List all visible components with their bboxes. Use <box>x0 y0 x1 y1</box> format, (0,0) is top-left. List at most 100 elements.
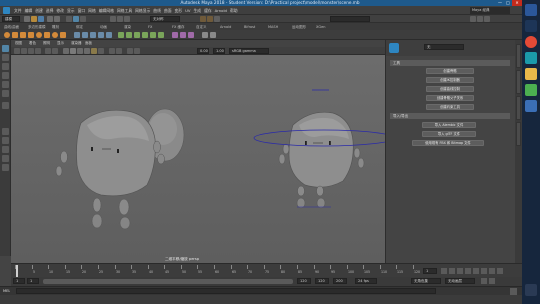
viewport-menu-item[interactable]: 着色 <box>29 40 36 47</box>
store-icon[interactable] <box>525 100 537 112</box>
textured-icon[interactable] <box>84 48 90 54</box>
shadows-icon[interactable] <box>98 48 104 54</box>
single-perspective-layout-icon[interactable] <box>2 128 9 135</box>
viewport-persp[interactable] <box>11 55 385 263</box>
anim-prefs-icon[interactable] <box>489 278 495 284</box>
cone-icon[interactable] <box>28 32 34 38</box>
smooth-icon[interactable] <box>90 32 96 38</box>
menu-item[interactable]: 曲面 <box>164 6 172 15</box>
show-channel-box-icon[interactable] <box>477 16 483 22</box>
select-component-icon[interactable] <box>80 16 86 22</box>
paint-select-tool-icon[interactable] <box>2 63 9 70</box>
script-language-label[interactable]: MEL <box>3 289 10 293</box>
menu-item[interactable]: 变形 <box>175 6 183 15</box>
snap-point-icon[interactable] <box>124 16 130 22</box>
menu-item[interactable]: 窗口 <box>78 6 86 15</box>
panel-tab-selector[interactable]: 无 <box>424 44 464 50</box>
current-frame-marker[interactable] <box>16 265 18 277</box>
ipr-render-icon[interactable] <box>207 16 213 22</box>
lasso-tool-icon[interactable] <box>2 54 9 61</box>
channel-box-tab[interactable] <box>516 44 521 68</box>
target-weld-icon[interactable] <box>158 32 164 38</box>
go-to-end-icon[interactable] <box>497 268 503 274</box>
wechat-icon[interactable] <box>525 84 537 96</box>
playback-start-field[interactable]: 1 <box>27 278 39 284</box>
bevel-icon[interactable] <box>134 32 140 38</box>
menu-item[interactable]: 显示 <box>67 6 75 15</box>
last-tool-icon[interactable] <box>2 102 9 109</box>
image-plane-icon[interactable] <box>35 48 41 54</box>
separate-icon[interactable] <box>82 32 88 38</box>
modeling-toolkit-tab[interactable] <box>516 96 521 120</box>
symmetry-selector[interactable]: 无对称 <box>150 16 180 22</box>
sphere-icon[interactable] <box>4 32 10 38</box>
tool-button[interactable]: 创建骨骼父子关系 <box>426 95 474 101</box>
save-scene-icon[interactable] <box>38 16 44 22</box>
max-range-field[interactable]: 200 <box>333 278 347 284</box>
explorer-icon[interactable] <box>525 68 537 80</box>
menu-item[interactable]: 网格 <box>88 6 96 15</box>
viewport-menu-item[interactable]: 面板 <box>85 40 92 47</box>
four-view-layout-icon[interactable] <box>2 137 9 144</box>
step-forward-frame-icon[interactable] <box>481 268 487 274</box>
monster-right-model[interactable] <box>253 89 385 209</box>
uv-editor-icon[interactable] <box>172 32 178 38</box>
import-export-button[interactable]: 使用现有 FBX 和 Bitmap 文件 <box>412 140 484 146</box>
insert-edge-loop-icon[interactable] <box>142 32 148 38</box>
character-set-selector[interactable]: 无角色集 <box>411 278 441 284</box>
import-export-button[interactable]: 导入 glTF 文件 <box>422 131 476 137</box>
color-management-selector[interactable]: sRGB gamma <box>229 48 269 54</box>
menu-item[interactable]: 帮助 <box>230 6 238 15</box>
tool-button[interactable]: 创建IK控制器 <box>426 77 474 83</box>
import-export-section-header[interactable]: 导入/导出 <box>390 113 510 119</box>
menu-item[interactable]: 网格工具 <box>117 6 132 15</box>
playback-end-field[interactable]: 120 <box>297 278 311 284</box>
harden-edge-icon[interactable] <box>210 32 216 38</box>
combine-icon[interactable] <box>74 32 80 38</box>
xray-icon[interactable] <box>134 48 140 54</box>
soften-edge-icon[interactable] <box>202 32 208 38</box>
viewport-menu-item[interactable]: 视图 <box>15 40 22 47</box>
mode-selector[interactable]: 建模 <box>2 16 20 22</box>
command-input[interactable] <box>16 288 436 294</box>
anti-aliasing-icon[interactable] <box>116 48 122 54</box>
torus-icon[interactable] <box>36 32 42 38</box>
persp-outliner-layout-icon[interactable] <box>2 146 9 153</box>
lock-camera-icon[interactable] <box>21 48 27 54</box>
tool-button[interactable]: 创建骨骼 <box>426 68 474 74</box>
menu-item[interactable]: 缓存 <box>204 6 212 15</box>
current-frame-field[interactable]: 1 <box>423 268 437 274</box>
grid-icon[interactable] <box>45 48 51 54</box>
select-tool-icon[interactable] <box>2 45 9 52</box>
show-attribute-editor-icon[interactable] <box>470 16 476 22</box>
redo-icon[interactable] <box>54 16 60 22</box>
viewport-menu-item[interactable]: 渲染器 <box>71 40 82 47</box>
maya-icon[interactable] <box>525 52 537 64</box>
search-input[interactable] <box>330 16 370 22</box>
tools-section-header[interactable]: 工具 <box>390 60 510 66</box>
wireframe-on-shaded-icon[interactable] <box>77 48 83 54</box>
animation-start-field[interactable]: 1 <box>13 278 25 284</box>
viewport-menu-item[interactable]: 照明 <box>43 40 50 47</box>
script-editor-icon[interactable] <box>510 288 517 295</box>
boolean-icon[interactable] <box>98 32 104 38</box>
auto-key-icon[interactable] <box>481 278 487 284</box>
import-export-button[interactable]: 导入 Alembic 文件 <box>422 122 476 128</box>
menu-item[interactable]: 文件 <box>14 6 22 15</box>
bridge-icon[interactable] <box>126 32 132 38</box>
step-back-key-icon[interactable] <box>449 268 455 274</box>
snap-curve-icon[interactable] <box>117 16 123 22</box>
animation-end-field[interactable]: 120 <box>315 278 329 284</box>
go-to-start-icon[interactable] <box>441 268 447 274</box>
chrome-icon[interactable] <box>525 36 537 48</box>
play-forward-icon[interactable] <box>473 268 479 274</box>
search-icon[interactable] <box>525 20 537 32</box>
menu-item[interactable]: 编辑 <box>25 6 33 15</box>
ambient-occlusion-icon[interactable] <box>109 48 115 54</box>
planar-map-icon[interactable] <box>180 32 186 38</box>
render-icon[interactable] <box>200 16 206 22</box>
notifications-icon[interactable] <box>525 284 537 296</box>
menu-item[interactable]: 生成 <box>193 6 201 15</box>
auto-map-icon[interactable] <box>188 32 194 38</box>
menu-item[interactable]: 曲线 <box>153 6 161 15</box>
